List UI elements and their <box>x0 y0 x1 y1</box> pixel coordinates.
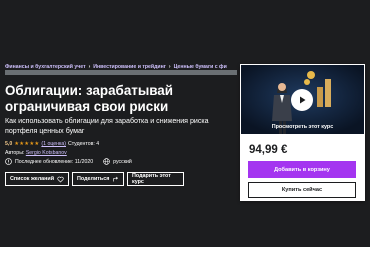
play-button[interactable] <box>291 89 313 111</box>
authors-label: Авторы: <box>5 150 25 156</box>
heart-icon <box>57 176 64 182</box>
wishlist-label: Список желаний <box>10 176 55 182</box>
author-row: Авторы: Sergio Kotsbanov <box>5 150 67 156</box>
share-button[interactable]: Поделиться <box>72 172 124 186</box>
course-price: 94,99 € <box>249 144 288 156</box>
last-updated: Последнее обновление: 11/2020 <box>15 158 94 165</box>
preview-label: Просмотреть этот курс <box>271 124 334 130</box>
student-count: Студентов: 4 <box>68 141 100 147</box>
wishlist-button[interactable]: Список желаний <box>5 172 69 186</box>
action-buttons: Список желаний Поделиться Подарить этот … <box>5 172 184 186</box>
course-subtitle: Как использовать облигации для заработка… <box>5 117 209 135</box>
star-rating-icon: ★★★★★ <box>14 141 40 147</box>
rating-value: 5,0 <box>5 141 13 147</box>
globe-icon <box>103 158 110 165</box>
author-link[interactable]: Sergio Kotsbanov <box>26 150 67 156</box>
redacted-bar <box>5 70 237 75</box>
course-preview[interactable]: Просмотреть этот курс <box>241 65 364 134</box>
reviews-link[interactable]: (1 оценка) <box>41 141 66 147</box>
share-icon <box>113 176 119 181</box>
share-label: Поделиться <box>77 176 110 182</box>
buy-now-button[interactable]: Купить сейчас <box>248 182 356 198</box>
gift-course-label: Подарить этот курс <box>132 173 171 185</box>
rating-row: 5,0 ★★★★★ (1 оценка) Студентов: 4 <box>5 141 99 147</box>
purchase-card: Просмотреть этот курс 94,99 € Добавить в… <box>240 64 365 201</box>
play-icon <box>300 96 306 104</box>
course-language: русский <box>113 158 132 165</box>
course-title: Облигации: зарабатывай ограничивая свои … <box>5 83 173 114</box>
gift-course-button[interactable]: Подарить этот курс <box>127 172 184 186</box>
add-to-cart-button[interactable]: Добавить в корзину <box>248 161 356 178</box>
alert-icon <box>5 158 12 165</box>
meta-row: Последнее обновление: 11/2020 русский <box>5 158 132 165</box>
